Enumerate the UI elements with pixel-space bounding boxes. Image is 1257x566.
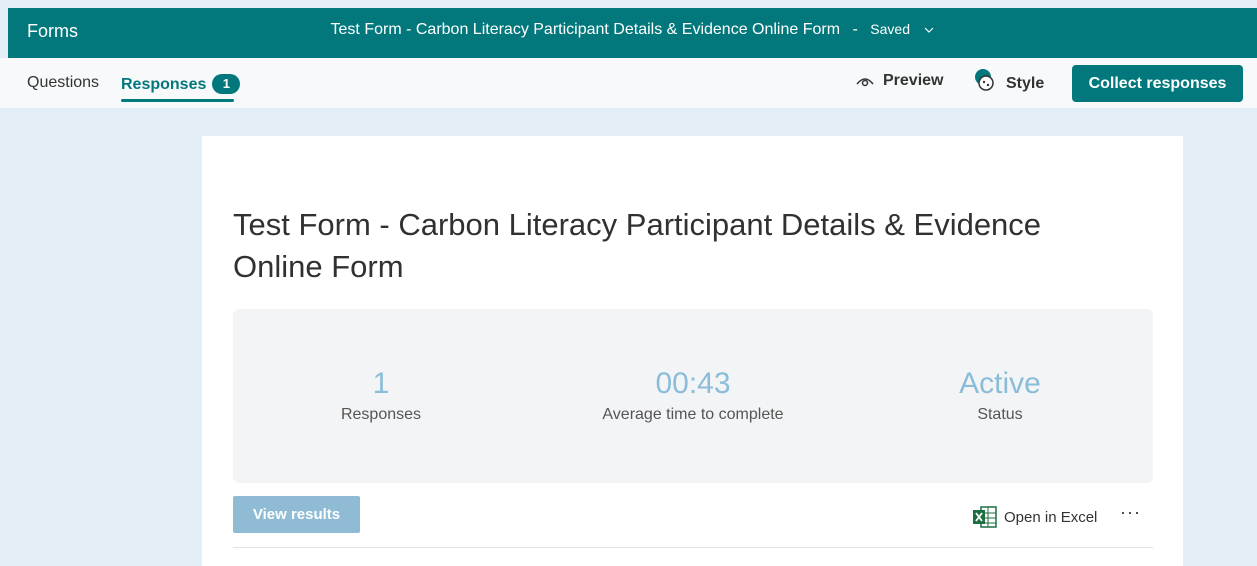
tab-questions[interactable]: Questions (27, 74, 99, 92)
preview-button[interactable]: Preview (855, 72, 943, 90)
active-tab-indicator (121, 99, 234, 102)
palette-icon (975, 69, 994, 91)
stat-average-time: 00:43 Average time to complete (543, 366, 843, 424)
stat-value: Active (959, 367, 1041, 400)
save-status: Saved (870, 21, 910, 37)
app-header: Forms Test Form - Carbon Literacy Partic… (8, 8, 1257, 58)
toolbar: Questions Responses 1 Preview Style Colle… (0, 58, 1257, 108)
document-title-bar[interactable]: Test Form - Carbon Literacy Participant … (8, 21, 1257, 39)
divider (233, 547, 1153, 548)
chevron-down-icon[interactable] (924, 25, 934, 35)
tab-responses-label: Responses (121, 76, 207, 93)
stats-panel: 1 Responses 00:43 Average time to comple… (233, 309, 1153, 483)
document-title: Test Form - Carbon Literacy Participant … (330, 21, 841, 38)
eye-icon (856, 78, 874, 87)
open-in-excel-link[interactable]: Open in Excel (973, 506, 1097, 528)
stat-value: 1 (372, 367, 390, 400)
tab-responses[interactable]: Responses 1 (121, 74, 241, 94)
open-in-excel-label: Open in Excel (1004, 508, 1098, 526)
stat-value: 00:43 (655, 367, 731, 400)
preview-label: Preview (883, 72, 944, 89)
collect-responses-button[interactable]: Collect responses (1072, 65, 1243, 102)
style-button[interactable]: Style (972, 68, 1044, 96)
excel-icon (973, 506, 997, 528)
stat-status: Active Status (850, 366, 1150, 424)
stat-responses: 1 Responses (231, 366, 531, 424)
form-title: Test Form - Carbon Literacy Participant … (233, 207, 1042, 284)
more-options-button[interactable]: ··· (1120, 502, 1141, 523)
stat-label: Responses (340, 406, 422, 423)
view-results-button[interactable]: View results (233, 496, 360, 533)
responses-count-badge: 1 (212, 74, 241, 94)
responses-card: Test Form - Carbon Literacy Participant … (202, 136, 1183, 566)
stat-label: Average time to complete (602, 406, 784, 423)
stat-label: Status (977, 406, 1023, 423)
style-label: Style (1006, 75, 1045, 92)
title-separator: - (852, 21, 858, 38)
